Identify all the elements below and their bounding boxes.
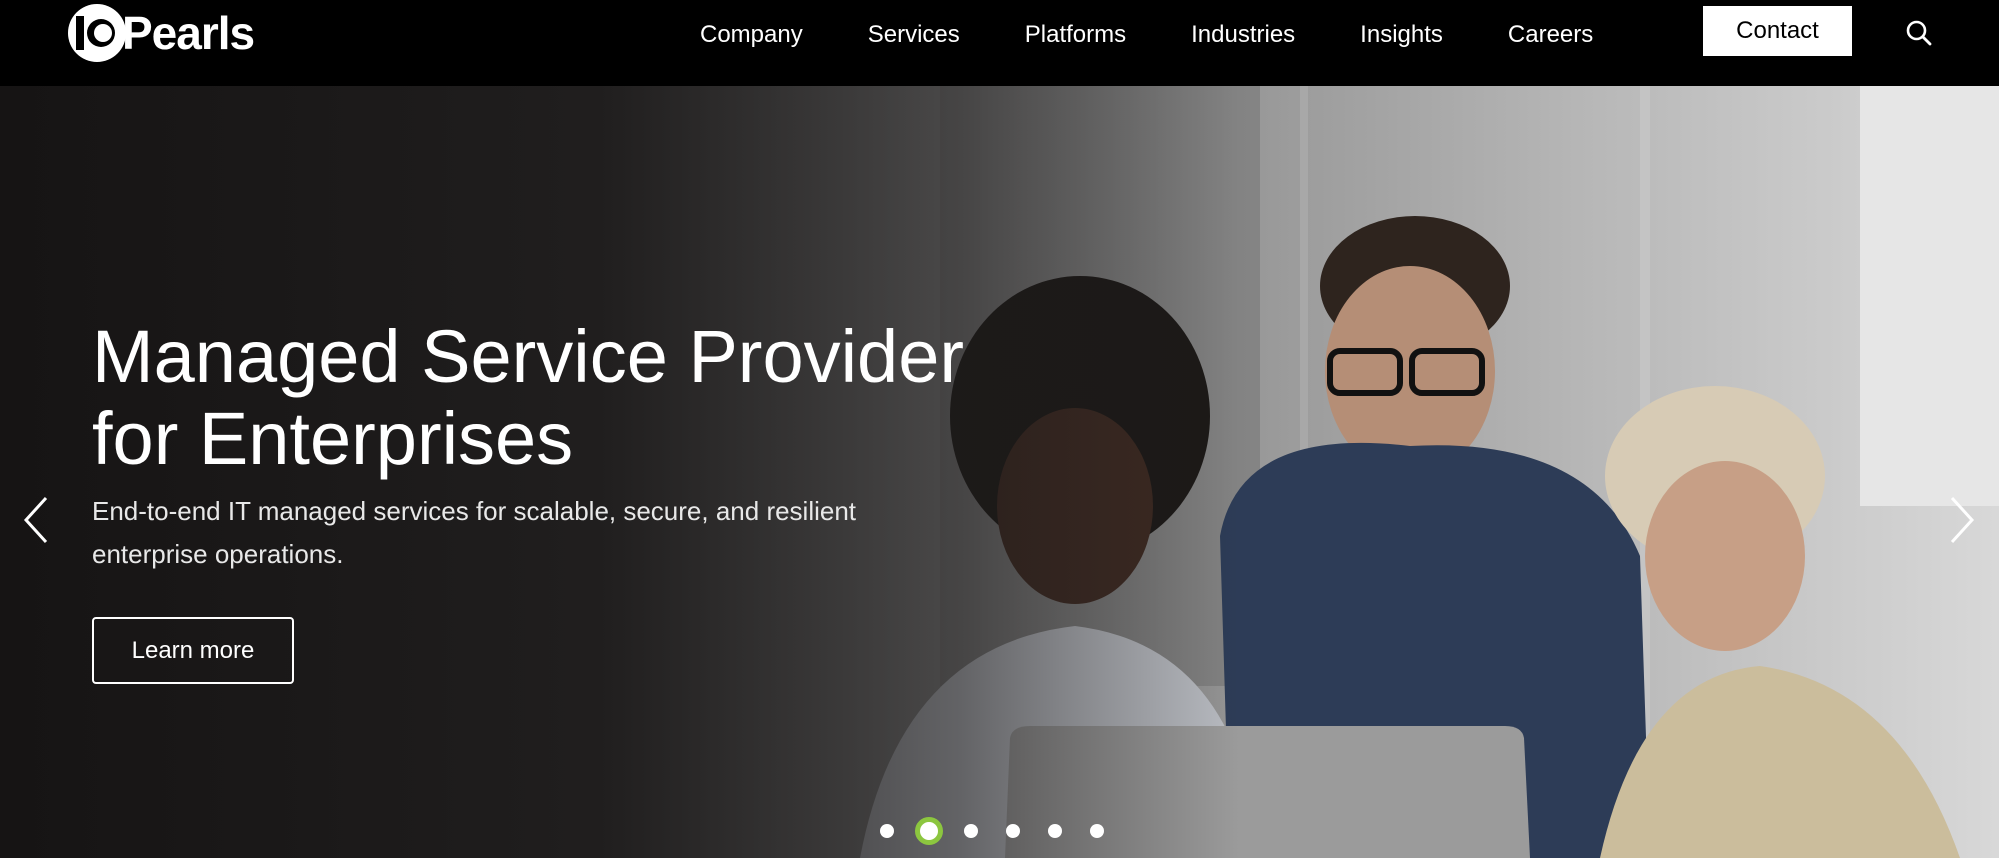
- carousel-dot-3[interactable]: [964, 824, 978, 838]
- carousel-dot-6[interactable]: [1090, 824, 1104, 838]
- nav-company[interactable]: Company: [700, 21, 803, 49]
- hero-title: Managed Service Provider for Enterprises: [92, 316, 992, 480]
- nav-platforms[interactable]: Platforms: [1025, 21, 1126, 49]
- page: Pearls Company Services Platforms Indust…: [0, 0, 1999, 858]
- nav-industries[interactable]: Industries: [1191, 21, 1295, 49]
- contact-button[interactable]: Contact: [1703, 6, 1852, 56]
- main-nav: Company Services Platforms Industries In…: [700, 18, 1593, 52]
- hero-subtitle: End-to-end IT managed services for scala…: [92, 490, 952, 576]
- nav-careers[interactable]: Careers: [1508, 21, 1593, 49]
- hero-subtitle-line-2: enterprise operations.: [92, 539, 344, 569]
- search-icon[interactable]: [1904, 18, 1934, 48]
- carousel-dot-2-active[interactable]: [915, 817, 943, 845]
- carousel-dot-1[interactable]: [880, 824, 894, 838]
- hero-title-line-1: Managed Service Provider: [92, 315, 964, 398]
- logo[interactable]: Pearls: [66, 2, 272, 64]
- top-navbar: Pearls Company Services Platforms Indust…: [0, 0, 1999, 86]
- chevron-right-icon[interactable]: [1940, 490, 1980, 550]
- hero-title-line-2: for Enterprises: [92, 397, 574, 480]
- nav-services[interactable]: Services: [868, 21, 960, 49]
- nav-insights[interactable]: Insights: [1360, 21, 1443, 49]
- carousel-dot-5[interactable]: [1048, 824, 1062, 838]
- hero-carousel: Managed Service Provider for Enterprises…: [0, 86, 1999, 858]
- logo-mark-icon: [68, 4, 126, 62]
- learn-more-button[interactable]: Learn more: [92, 617, 294, 684]
- logo-wordmark: Pearls: [122, 7, 255, 59]
- carousel-pagination: [880, 816, 1104, 846]
- carousel-dot-4[interactable]: [1006, 824, 1020, 838]
- chevron-left-icon[interactable]: [18, 490, 58, 550]
- hero-subtitle-line-1: End-to-end IT managed services for scala…: [92, 496, 857, 526]
